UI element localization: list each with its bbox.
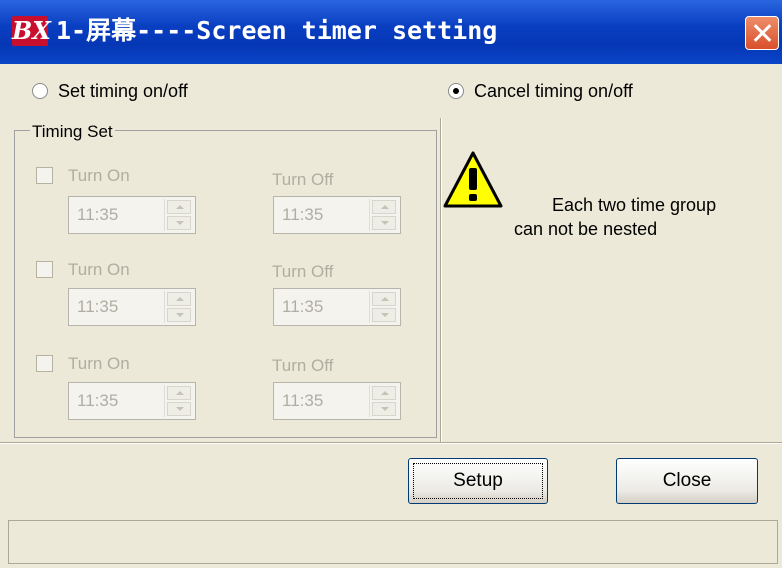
app-logo-icon: BX (12, 16, 51, 46)
turn-on-time-value-1: 11:35 (77, 205, 119, 224)
turn-on-checkbox-3[interactable] (36, 355, 53, 372)
turn-off-label-3: Turn Off (272, 356, 334, 375)
title-bar[interactable]: BX 1-屏幕----Screen timer setting (0, 0, 782, 64)
turn-off-time-value-3: 11:35 (282, 391, 324, 410)
warning-line-2: can not be nested (514, 219, 658, 239)
horizontal-divider (0, 442, 782, 444)
turn-on-label-3: Turn On (68, 354, 130, 373)
spin-down-button[interactable] (372, 402, 396, 416)
spin-up-button[interactable] (167, 200, 191, 214)
warning-line-1: Each two time group (552, 195, 717, 215)
timing-set-title: Timing Set (30, 122, 115, 142)
turn-on-checkbox-1[interactable] (36, 167, 53, 184)
spin-up-button[interactable] (167, 386, 191, 400)
turn-off-label-2: Turn Off (272, 262, 334, 281)
turn-off-label-1: Turn Off (272, 170, 334, 189)
cancel-timing-option[interactable]: Cancel timing on/off (448, 78, 633, 104)
turn-on-time-value-3: 11:35 (77, 391, 119, 410)
setup-button[interactable]: Setup (408, 458, 548, 504)
turn-on-time-3[interactable]: 11:35 (68, 382, 196, 420)
window-close-button[interactable] (745, 16, 779, 50)
spin-up-button[interactable] (372, 386, 396, 400)
turn-off-time-value-2: 11:35 (282, 297, 324, 316)
spin-up-button[interactable] (167, 292, 191, 306)
set-timing-option[interactable]: Set timing on/off (32, 78, 188, 104)
spin-down-button[interactable] (167, 402, 191, 416)
turn-on-label-1: Turn On (68, 166, 130, 185)
turn-off-time-2[interactable]: 11:35 (273, 288, 401, 326)
cancel-timing-label: Cancel timing on/off (474, 80, 633, 101)
turn-on-time-1[interactable]: 11:35 (68, 196, 196, 234)
cancel-timing-radio[interactable] (448, 83, 464, 99)
spin-down-button[interactable] (372, 308, 396, 322)
set-timing-label: Set timing on/off (58, 80, 188, 101)
spin-down-button[interactable] (167, 308, 191, 322)
turn-off-time-value-1: 11:35 (282, 205, 324, 224)
window-title: 1-屏幕----Screen timer setting (56, 16, 498, 45)
turn-on-time-value-2: 11:35 (77, 297, 119, 316)
turn-off-time-1[interactable]: 11:35 (273, 196, 401, 234)
status-bar (8, 520, 778, 564)
set-timing-radio[interactable] (32, 83, 48, 99)
warning-icon (443, 151, 503, 208)
close-button[interactable]: Close (616, 458, 758, 504)
spin-down-button[interactable] (167, 216, 191, 230)
turn-on-time-2[interactable]: 11:35 (68, 288, 196, 326)
turn-on-label-2: Turn On (68, 260, 130, 279)
spin-up-button[interactable] (372, 200, 396, 214)
turn-off-time-3[interactable]: 11:35 (273, 382, 401, 420)
spin-up-button[interactable] (372, 292, 396, 306)
spin-down-button[interactable] (372, 216, 396, 230)
turn-on-checkbox-2[interactable] (36, 261, 53, 278)
